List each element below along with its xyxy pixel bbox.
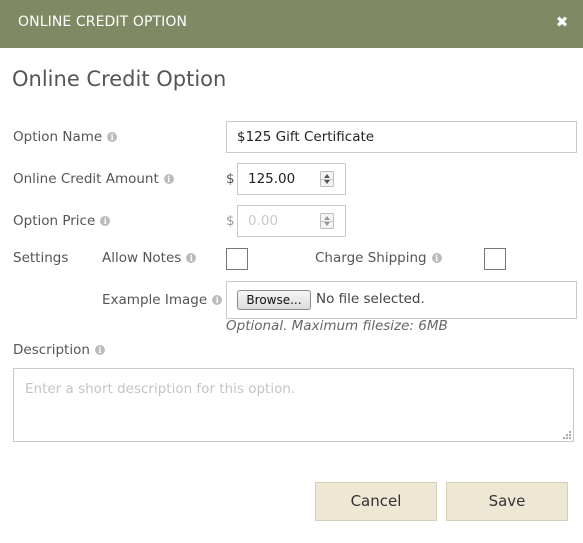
allow-notes-label: Allow Notes i xyxy=(102,250,197,266)
info-icon: i xyxy=(107,132,118,142)
credit-amount-label: Online Credit Amount i xyxy=(13,171,174,187)
description-label-text: Description xyxy=(13,342,90,358)
example-image-label: Example Image i xyxy=(102,292,223,308)
settings-label-text: Settings xyxy=(13,250,69,266)
option-price-label: Option Price i xyxy=(13,213,111,229)
dialog-titlebar: ONLINE CREDIT OPTION ✖ xyxy=(0,0,583,48)
spinner-arrows-icon[interactable] xyxy=(320,171,334,187)
settings-label: Settings xyxy=(13,250,68,266)
info-icon: i xyxy=(100,216,111,226)
spinner-arrows-icon[interactable] xyxy=(320,213,334,229)
description-placeholder: Enter a short description for this optio… xyxy=(25,381,296,397)
description-textarea[interactable]: Enter a short description for this optio… xyxy=(13,368,574,442)
option-price-label-text: Option Price xyxy=(13,213,96,229)
info-icon: i xyxy=(186,253,197,263)
currency-symbol: $ xyxy=(226,171,235,187)
cancel-button[interactable]: Cancel xyxy=(315,482,437,521)
page-title: Online Credit Option xyxy=(12,67,227,91)
option-name-label-text: Option Name xyxy=(13,129,103,145)
charge-shipping-label: Charge Shipping i xyxy=(315,250,442,266)
credit-amount-value: 125.00 xyxy=(248,171,296,187)
browse-button[interactable]: Browse... xyxy=(237,290,311,310)
resize-grip-icon[interactable] xyxy=(563,431,571,439)
option-price-placeholder: 0.00 xyxy=(248,213,279,229)
credit-amount-stepper[interactable]: 125.00 xyxy=(237,163,346,195)
allow-notes-label-text: Allow Notes xyxy=(102,250,182,266)
allow-notes-checkbox[interactable] xyxy=(226,248,248,270)
file-size-hint: Optional. Maximum filesize: 6MB xyxy=(226,318,448,334)
close-icon[interactable]: ✖ xyxy=(553,12,571,32)
file-upload-field[interactable]: Browse... No file selected. xyxy=(226,281,577,319)
file-status: No file selected. xyxy=(316,291,425,307)
option-name-input[interactable]: $125 Gift Certificate xyxy=(226,121,577,153)
option-name-value: $125 Gift Certificate xyxy=(237,129,375,145)
charge-shipping-label-text: Charge Shipping xyxy=(315,250,427,266)
option-price-stepper[interactable]: 0.00 xyxy=(237,205,346,237)
info-icon: i xyxy=(212,295,223,305)
description-label: Description i xyxy=(13,342,105,358)
dialog-title: ONLINE CREDIT OPTION xyxy=(18,14,188,30)
info-icon: i xyxy=(431,253,442,263)
charge-shipping-checkbox[interactable] xyxy=(484,248,506,270)
save-button[interactable]: Save xyxy=(446,482,568,521)
info-icon: i xyxy=(163,174,174,184)
option-name-label: Option Name i xyxy=(13,129,118,145)
info-icon: i xyxy=(94,345,105,355)
example-image-label-text: Example Image xyxy=(102,292,208,308)
currency-symbol: $ xyxy=(226,213,235,229)
credit-amount-label-text: Online Credit Amount xyxy=(13,171,159,187)
